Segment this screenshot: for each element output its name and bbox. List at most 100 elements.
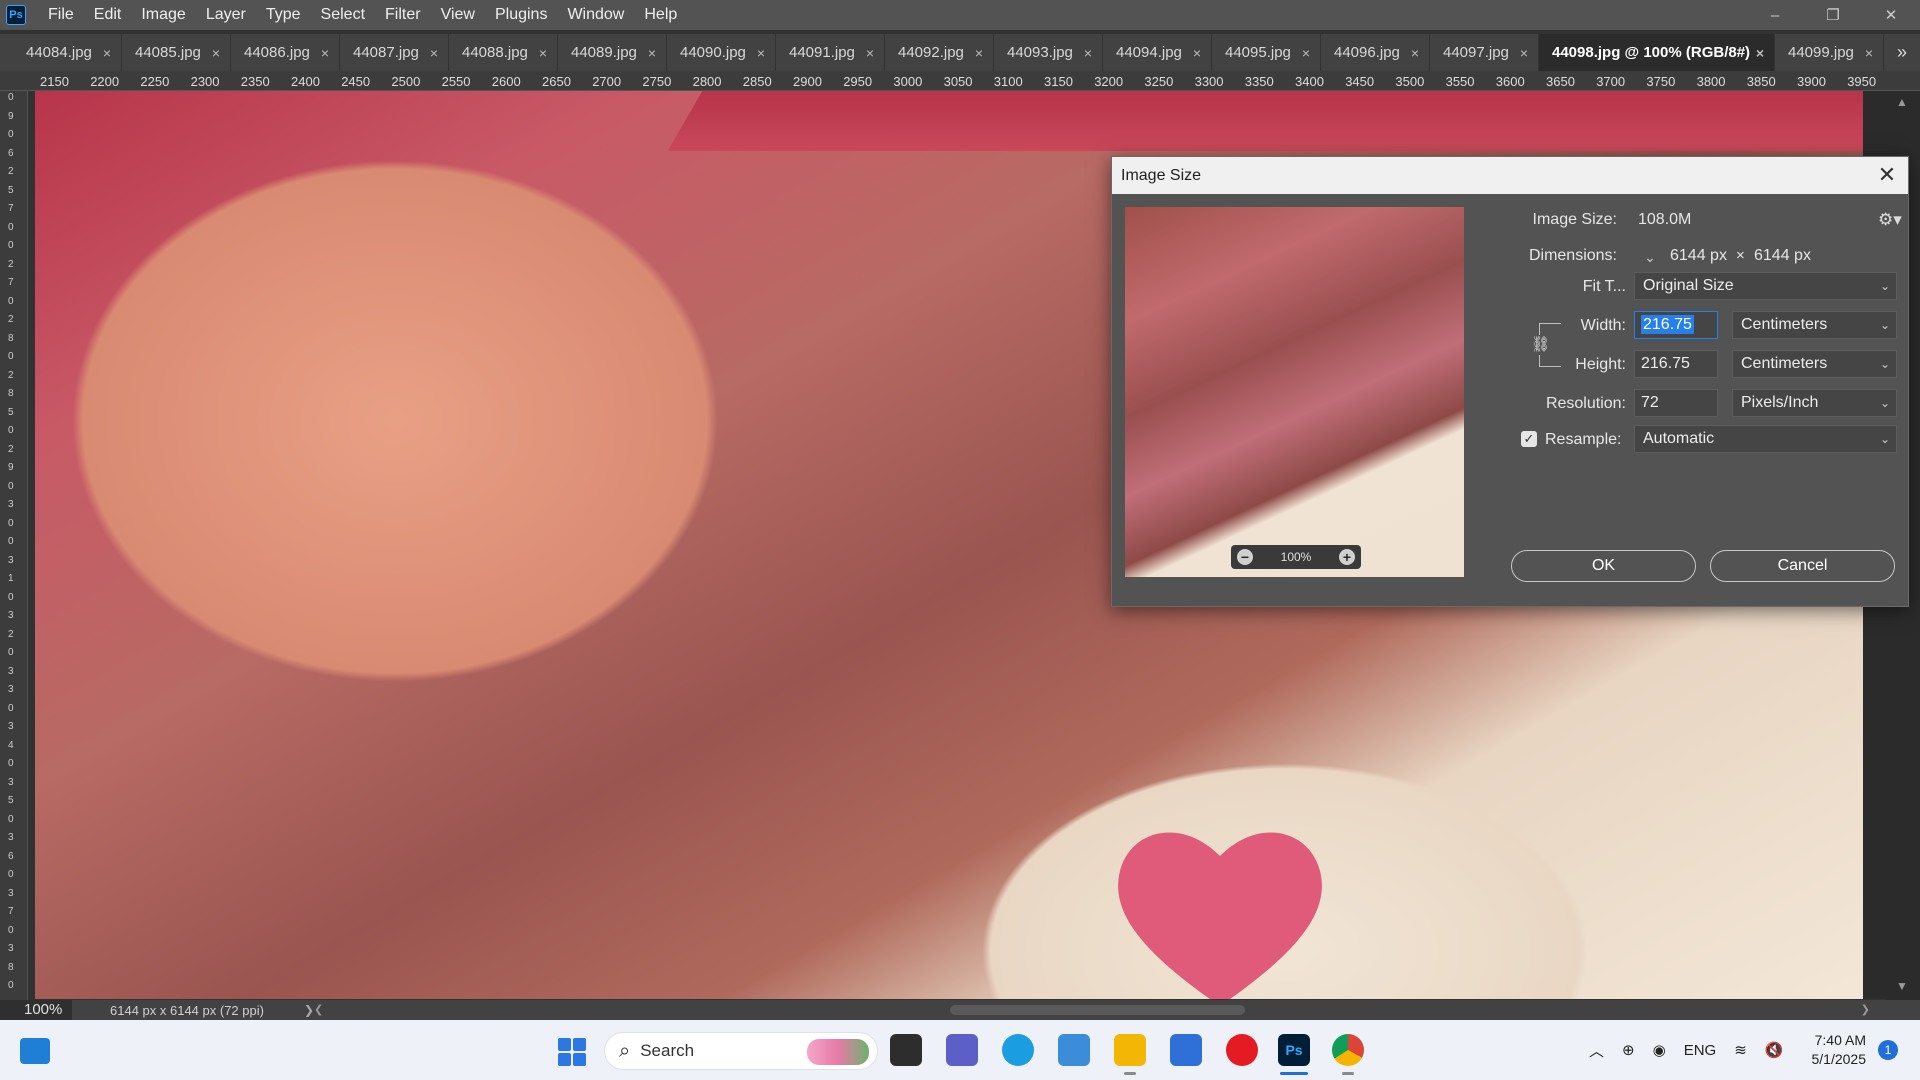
opera-app-icon[interactable] bbox=[1226, 1034, 1258, 1066]
lens-app-icon[interactable] bbox=[1058, 1034, 1090, 1066]
tab-44084[interactable]: 44084.jpg × bbox=[13, 34, 122, 71]
tab-close-icon[interactable]: × bbox=[103, 45, 111, 61]
resample-checkbox[interactable]: ✓ bbox=[1521, 431, 1537, 447]
tab-44096[interactable]: 44096.jpg × bbox=[1321, 34, 1430, 71]
scroll-right-icon[interactable]: ❯ bbox=[1861, 1003, 1870, 1016]
tab-44095[interactable]: 44095.jpg × bbox=[1212, 34, 1321, 71]
scroll-left-icon[interactable]: ❮ bbox=[314, 1003, 323, 1016]
tab-44089[interactable]: 44089.jpg × bbox=[558, 34, 667, 71]
scroll-up-icon[interactable]: ▲ bbox=[1896, 95, 1908, 109]
document-info: 6144 px x 6144 px (72 ppi) bbox=[110, 1002, 264, 1018]
tab-close-icon[interactable]: × bbox=[1302, 45, 1310, 61]
tab-44099[interactable]: 44099.jpg × bbox=[1775, 34, 1884, 71]
chrome-app-icon[interactable] bbox=[1332, 1034, 1364, 1066]
tab-44093[interactable]: 44093.jpg × bbox=[994, 34, 1103, 71]
link-chain-icon[interactable]: ⛓ bbox=[1531, 335, 1550, 355]
widgets-icon[interactable] bbox=[20, 1038, 50, 1064]
menu-layer[interactable]: Layer bbox=[196, 0, 256, 30]
windows-start-icon[interactable] bbox=[558, 1038, 586, 1066]
tab-close-icon[interactable]: × bbox=[1520, 45, 1528, 61]
taskbar-search-box[interactable]: ⌕ Search bbox=[604, 1032, 878, 1070]
tab-44098-active[interactable]: 44098.jpg @ 100% (RGB/8#) × bbox=[1539, 34, 1775, 71]
tab-close-icon[interactable]: × bbox=[1084, 45, 1092, 61]
wifi-icon[interactable]: ≋ bbox=[1734, 1041, 1747, 1059]
teams-app-icon[interactable] bbox=[946, 1034, 978, 1066]
tab-overflow-icon[interactable]: » bbox=[1884, 34, 1920, 71]
menu-window[interactable]: Window bbox=[557, 0, 634, 30]
dialog-close-icon[interactable]: ✕ bbox=[1874, 162, 1900, 188]
zoom-level-field[interactable]: 100% bbox=[0, 1000, 72, 1020]
menu-image[interactable]: Image bbox=[131, 0, 195, 30]
tab-44086[interactable]: 44086.jpg × bbox=[231, 34, 340, 71]
tab-close-icon[interactable]: × bbox=[648, 45, 656, 61]
resolution-input[interactable]: 72 bbox=[1634, 389, 1718, 417]
resample-select[interactable]: Automatic ⌄ bbox=[1634, 425, 1897, 453]
close-window-icon[interactable]: ✕ bbox=[1862, 0, 1920, 30]
tab-44094[interactable]: 44094.jpg × bbox=[1103, 34, 1212, 71]
tab-close-icon[interactable]: × bbox=[1193, 45, 1201, 61]
tab-close-icon[interactable]: × bbox=[430, 45, 438, 61]
restore-icon[interactable]: ❐ bbox=[1804, 0, 1862, 30]
tab-44090[interactable]: 44090.jpg × bbox=[667, 34, 776, 71]
resolution-value: 72 bbox=[1641, 394, 1659, 411]
height-input[interactable]: 216.75 bbox=[1634, 350, 1718, 378]
horizontal-scroll-thumb[interactable] bbox=[950, 1005, 1245, 1015]
gear-icon[interactable]: ⚙▾ bbox=[1878, 210, 1902, 230]
tab-close-icon[interactable]: × bbox=[975, 45, 983, 61]
menu-filter[interactable]: Filter bbox=[375, 0, 431, 30]
horizontal-scrollbar[interactable]: ❮ ❯ bbox=[310, 1003, 1870, 1017]
fit-to-select[interactable]: Original Size ⌄ bbox=[1634, 272, 1897, 300]
ruler-tick-label: 6 bbox=[8, 147, 14, 159]
taskbar-clock[interactable]: 7:40 AM 5/1/2025 bbox=[1800, 1031, 1867, 1069]
file-manager-app-icon[interactable] bbox=[890, 1034, 922, 1066]
language-indicator[interactable]: ENG bbox=[1684, 1042, 1717, 1059]
tab-44088[interactable]: 44088.jpg × bbox=[449, 34, 558, 71]
photoshop-logo-icon[interactable]: Ps bbox=[6, 5, 26, 25]
tab-44087[interactable]: 44087.jpg × bbox=[340, 34, 449, 71]
tab-close-icon[interactable]: × bbox=[866, 45, 874, 61]
tab-close-icon[interactable]: × bbox=[212, 45, 220, 61]
width-unit-select[interactable]: Centimeters ⌄ bbox=[1732, 311, 1897, 339]
tab-label: 44088.jpg bbox=[462, 44, 528, 61]
ok-button[interactable]: OK bbox=[1511, 550, 1696, 582]
vpn-icon[interactable]: ⊕ bbox=[1622, 1041, 1635, 1059]
folder-app-icon[interactable] bbox=[1114, 1034, 1146, 1066]
fit-to-value: Original Size bbox=[1643, 277, 1734, 294]
photoshop-app-icon[interactable]: Ps bbox=[1278, 1034, 1310, 1066]
resolution-unit-select[interactable]: Pixels/Inch ⌄ bbox=[1732, 389, 1897, 417]
tab-close-icon[interactable]: × bbox=[1411, 45, 1419, 61]
notification-badge[interactable]: 1 bbox=[1878, 1040, 1898, 1060]
menu-select[interactable]: Select bbox=[311, 0, 375, 30]
tab-close-icon[interactable]: × bbox=[1865, 45, 1873, 61]
menu-file[interactable]: File bbox=[38, 0, 84, 30]
tab-close-icon[interactable]: × bbox=[321, 45, 329, 61]
tab-44091[interactable]: 44091.jpg × bbox=[776, 34, 885, 71]
cancel-button[interactable]: Cancel bbox=[1710, 550, 1895, 582]
tab-44097[interactable]: 44097.jpg × bbox=[1430, 34, 1539, 71]
height-unit-select[interactable]: Centimeters ⌄ bbox=[1732, 350, 1897, 378]
volume-muted-icon[interactable]: 🔇 bbox=[1765, 1041, 1784, 1059]
edge-app-icon[interactable] bbox=[1002, 1034, 1034, 1066]
dialog-titlebar[interactable]: Image Size ✕ bbox=[1112, 157, 1908, 194]
image-preview[interactable]: − 100% + bbox=[1125, 207, 1464, 577]
minimize-icon[interactable]: – bbox=[1746, 0, 1804, 30]
zoom-in-icon[interactable]: + bbox=[1338, 549, 1355, 565]
tab-close-icon[interactable]: × bbox=[539, 45, 547, 61]
tab-close-icon[interactable]: × bbox=[1756, 45, 1764, 61]
chevron-up-icon[interactable]: ︿ bbox=[1589, 1040, 1604, 1061]
menu-view[interactable]: View bbox=[431, 0, 485, 30]
menu-edit[interactable]: Edit bbox=[84, 0, 132, 30]
ruler-tick-label: 8 bbox=[8, 961, 14, 973]
dimensions-dropdown-icon[interactable]: ⌄ bbox=[1641, 248, 1659, 266]
menu-plugins[interactable]: Plugins bbox=[485, 0, 557, 30]
menu-help[interactable]: Help bbox=[634, 0, 687, 30]
zoom-out-icon[interactable]: − bbox=[1237, 549, 1253, 565]
width-input[interactable]: 216.75 bbox=[1634, 311, 1718, 339]
store-app-icon[interactable] bbox=[1170, 1034, 1202, 1066]
tab-44085[interactable]: 44085.jpg × bbox=[122, 34, 231, 71]
tab-44092[interactable]: 44092.jpg × bbox=[885, 34, 994, 71]
scroll-down-icon[interactable]: ▼ bbox=[1896, 979, 1908, 993]
menu-type[interactable]: Type bbox=[256, 0, 311, 30]
tab-close-icon[interactable]: × bbox=[757, 45, 765, 61]
globe-icon[interactable]: ◉ bbox=[1653, 1041, 1666, 1059]
